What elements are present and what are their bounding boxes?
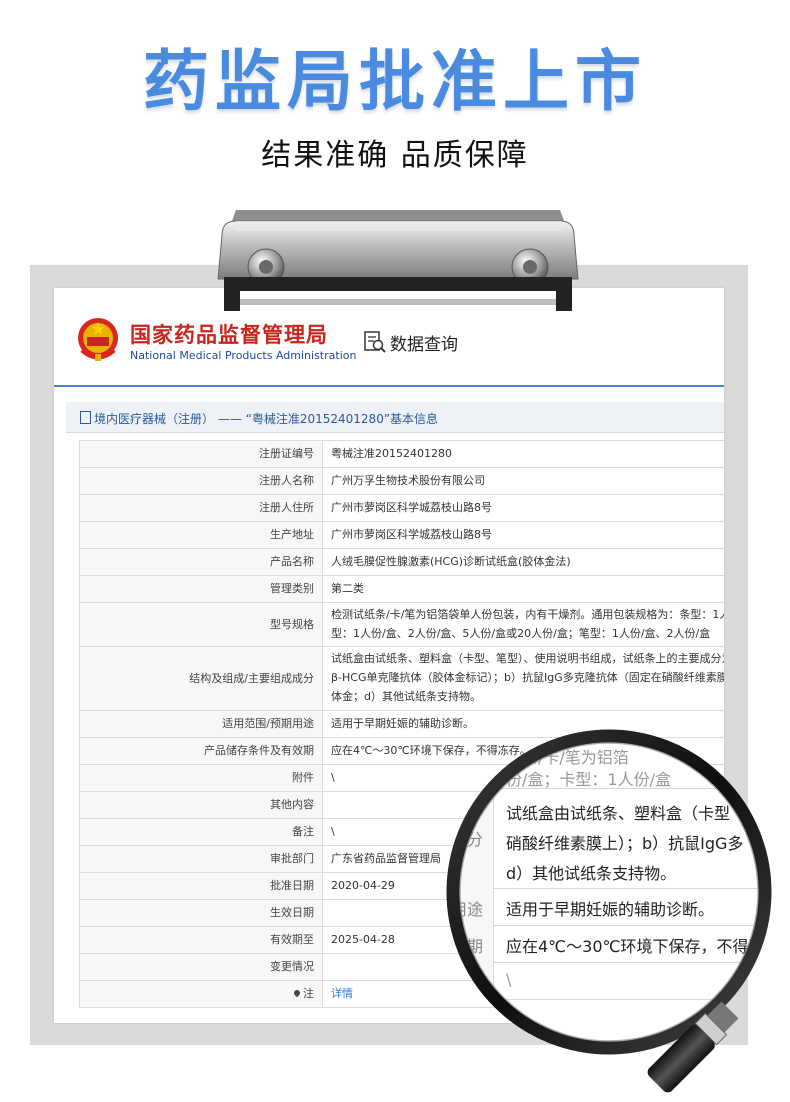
row-label: 生效日期 <box>79 899 323 927</box>
metal-clip-icon <box>217 210 579 311</box>
pin-icon <box>292 988 302 998</box>
table-row: 注册人名称 广州万孚生物技术股份有限公司 <box>79 467 724 495</box>
row-label: 注册证编号 <box>79 440 323 468</box>
row-value: 广州市萝岗区科学城荔枝山路8号 <box>322 521 724 549</box>
table-row: 注册人住所 广州市萝岗区科学城荔枝山路8号 <box>79 494 724 522</box>
data-query-icon[interactable] <box>363 330 387 354</box>
row-label: 适用范围/预期用途 <box>79 710 323 738</box>
document-icon <box>80 411 91 424</box>
row-label: 产品名称 <box>79 548 323 576</box>
table-row: 结构及组成/主要组成成分 试纸盒由试纸条、塑料盒（卡型、笔型）、使用说明书组成，试… <box>79 646 724 711</box>
row-label: 生产地址 <box>79 521 323 549</box>
row-label: 注册人名称 <box>79 467 323 495</box>
row-label: 批准日期 <box>79 872 323 900</box>
row-value: 人绒毛膜促性腺激素(HCG)诊断试纸盒(胶体金法) <box>322 548 724 576</box>
org-name-en: National Medical Products Administration <box>130 349 357 362</box>
details-link[interactable]: 详情 <box>331 987 353 1000</box>
row-label: 审批部门 <box>79 845 323 873</box>
row-value: 广州万孚生物技术股份有限公司 <box>322 467 724 495</box>
magnifying-glass-icon <box>446 729 772 1093</box>
row-value: 粤械注准20152401280 <box>322 440 724 468</box>
row-label: 注 <box>79 980 323 1008</box>
row-label: 注册人住所 <box>79 494 323 522</box>
row-value: 第二类 <box>322 575 724 603</box>
row-label: 型号规格 <box>79 602 323 647</box>
row-label: 产品储存条件及有效期 <box>79 737 323 765</box>
row-value: 试纸盒由试纸条、塑料盒（卡型、笔型）、使用说明书组成，试纸条上的主要成分为：a）… <box>322 646 724 711</box>
breadcrumb-bar: 境内医疗器械（注册） —— “粤械注准20152401280”基本信息 <box>66 402 724 433</box>
national-emblem-icon <box>78 318 118 361</box>
row-value: 广州市萝岗区科学城荔枝山路8号 <box>322 494 724 522</box>
row-label: 有效期至 <box>79 926 323 954</box>
row-value-text: 检测试纸条/卡/笔为铝箔袋单人份包装，内有干燥剂。通用包装规格为：条型：1人份/… <box>331 607 724 640</box>
row-value-text: 试纸盒由试纸条、塑料盒（卡型、笔型）、使用说明书组成，试纸条上的主要成分为：a）… <box>331 651 724 703</box>
row-label: 其他内容 <box>79 791 323 819</box>
row-label: 附件 <box>79 764 323 792</box>
subheadline: 结果准确 品质保障 <box>261 138 529 173</box>
table-row: 型号规格 检测试纸条/卡/笔为铝箔袋单人份包装，内有干燥剂。通用包装规格为：条型：… <box>79 602 724 647</box>
note-label: 注 <box>303 987 314 1000</box>
row-label: 备注 <box>79 818 323 846</box>
breadcrumb: 境内医疗器械（注册） —— “粤械注准20152401280”基本信息 <box>80 410 438 427</box>
data-query-link[interactable]: 数据查询 <box>390 330 458 355</box>
table-row: 产品名称 人绒毛膜促性腺激素(HCG)诊断试纸盒(胶体金法) <box>79 548 724 576</box>
headline: 药监局批准上市 <box>143 43 647 120</box>
org-name-cn: 国家药品监督管理局 <box>130 323 328 347</box>
breadcrumb-text: 境内医疗器械（注册） —— “粤械注准20152401280”基本信息 <box>94 412 439 426</box>
table-row: 注册证编号 粤械注准20152401280 <box>79 440 724 468</box>
table-row: 管理类别 第二类 <box>79 575 724 603</box>
table-row: 生产地址 广州市萝岗区科学城荔枝山路8号 <box>79 521 724 549</box>
row-label: 结构及组成/主要组成成分 <box>79 646 323 711</box>
row-label: 变更情况 <box>79 953 323 981</box>
row-value: 检测试纸条/卡/笔为铝箔袋单人份包装，内有干燥剂。通用包装规格为：条型：1人份/… <box>322 602 724 647</box>
row-label: 管理类别 <box>79 575 323 603</box>
